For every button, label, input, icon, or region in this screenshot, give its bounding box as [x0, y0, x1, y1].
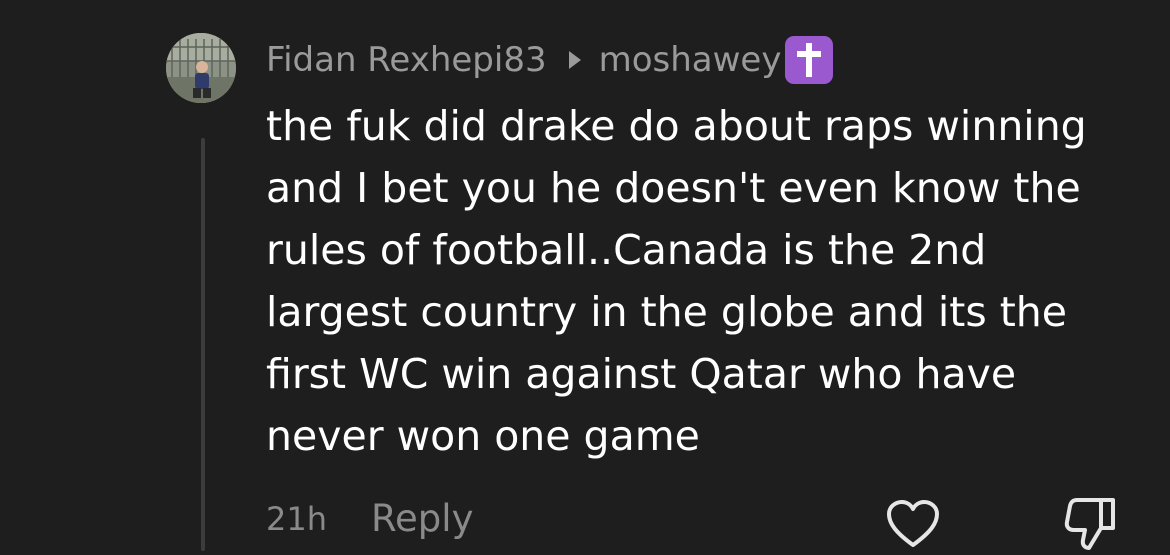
heart-outline-icon [887, 500, 939, 547]
comment-text: the fuk did drake do about raps winning … [266, 102, 1087, 460]
comment-timestamp: 21h [266, 500, 327, 538]
comment-header: Fidan Rexhepi83 moshawey [266, 36, 834, 84]
avatar[interactable] [166, 33, 236, 103]
latin-cross-emoji-icon [785, 36, 834, 84]
reply-button[interactable]: Reply [371, 497, 473, 540]
thread-line [201, 138, 205, 551]
author-name[interactable]: Fidan Rexhepi83 [266, 40, 547, 80]
like-button[interactable] [885, 499, 941, 549]
dislike-button[interactable] [1063, 494, 1119, 551]
triangle-right-icon [568, 51, 581, 69]
reply-to-username[interactable]: moshawey [599, 40, 782, 80]
thumbs-down-outline-icon [1064, 498, 1115, 550]
